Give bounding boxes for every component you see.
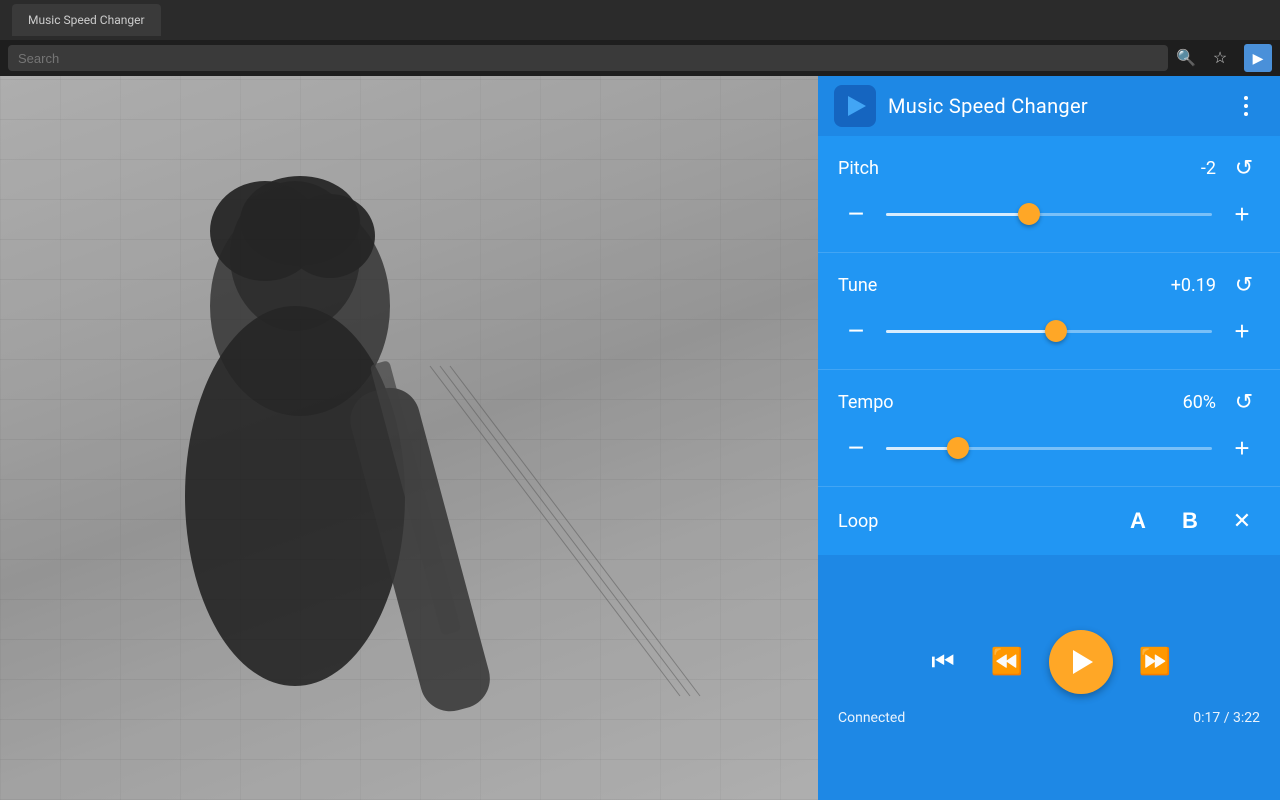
tune-reset-button[interactable] — [1228, 269, 1260, 301]
tempo-slider-container[interactable] — [886, 430, 1212, 466]
pitch-slider-row: − + — [838, 196, 1260, 232]
tune-label: Tune — [838, 275, 1171, 296]
fast-forward-icon: ⏩ — [1139, 646, 1171, 677]
browser-tab-bar: Music Speed Changer — [12, 4, 1268, 36]
search-button[interactable]: 🔍 — [1176, 48, 1196, 68]
tempo-slider-thumb[interactable] — [947, 437, 969, 459]
tempo-value: 60% — [1183, 392, 1216, 413]
tune-reset-icon — [1235, 272, 1253, 298]
tempo-section: Tempo 60% − + — [818, 370, 1280, 487]
playback-time: 0:17 / 3:22 — [1193, 710, 1260, 726]
pitch-minus-icon: − — [848, 200, 864, 228]
pitch-slider-container[interactable] — [886, 196, 1212, 232]
tune-minus-icon: − — [848, 317, 864, 345]
loop-buttons: A B ✕ — [1120, 503, 1260, 539]
tempo-slider-track — [886, 447, 1212, 450]
tune-slider-track — [886, 330, 1212, 333]
main-content: Music Speed Changer Pitch -2 − — [0, 76, 1280, 800]
loop-close-icon: ✕ — [1233, 508, 1251, 534]
panel-title: Music Speed Changer — [888, 94, 1216, 118]
star-icon: ☆ — [1213, 48, 1227, 68]
star-button[interactable]: ☆ — [1206, 44, 1234, 72]
tempo-decrease-button[interactable]: − — [838, 430, 874, 466]
pitch-slider-track — [886, 213, 1212, 216]
search-icon: 🔍 — [1176, 50, 1196, 67]
tune-section: Tune +0.19 − + — [818, 253, 1280, 370]
pitch-reset-icon — [1235, 155, 1253, 181]
extension-button[interactable]: ▶ — [1244, 44, 1272, 72]
tune-header: Tune +0.19 — [838, 269, 1260, 301]
tab-title: Music Speed Changer — [28, 13, 145, 27]
pitch-plus-icon: + — [1234, 201, 1249, 227]
pitch-value: -2 — [1201, 158, 1216, 179]
menu-dot-2 — [1244, 104, 1248, 108]
tempo-increase-button[interactable]: + — [1224, 430, 1260, 466]
tempo-minus-icon: − — [848, 434, 864, 462]
pitch-reset-button[interactable] — [1228, 152, 1260, 184]
browser-chrome: Music Speed Changer — [0, 0, 1280, 40]
pitch-header: Pitch -2 — [838, 152, 1260, 184]
video-area — [0, 76, 818, 800]
panel-header: Music Speed Changer — [818, 76, 1280, 136]
play-button[interactable] — [1049, 630, 1113, 694]
tune-slider-row: − + — [838, 313, 1260, 349]
loop-b-button[interactable]: B — [1172, 503, 1208, 539]
loop-close-button[interactable]: ✕ — [1224, 503, 1260, 539]
tempo-reset-icon — [1235, 389, 1253, 415]
tempo-reset-button[interactable] — [1228, 386, 1260, 418]
playback-controls: ⏮ ⏪ ⏩ — [921, 630, 1177, 694]
status-row: Connected 0:17 / 3:22 — [834, 710, 1264, 726]
pitch-section: Pitch -2 − + — [818, 136, 1280, 253]
tune-slider-thumb[interactable] — [1045, 320, 1067, 342]
tune-increase-button[interactable]: + — [1224, 313, 1260, 349]
menu-dot-1 — [1244, 96, 1248, 100]
pitch-decrease-button[interactable]: − — [838, 196, 874, 232]
tempo-header: Tempo 60% — [838, 386, 1260, 418]
tune-decrease-button[interactable]: − — [838, 313, 874, 349]
tune-plus-icon: + — [1234, 318, 1249, 344]
logo-play-icon — [848, 96, 866, 116]
rewind-icon: ⏪ — [991, 646, 1023, 677]
loop-label: Loop — [838, 511, 1120, 532]
skip-back-icon: ⏮ — [931, 646, 954, 678]
tempo-label: Tempo — [838, 392, 1183, 413]
pitch-slider-thumb[interactable] — [1018, 203, 1040, 225]
pitch-increase-button[interactable]: + — [1224, 196, 1260, 232]
toolbar-icons: ☆ ▶ — [1206, 44, 1272, 72]
app-logo — [834, 85, 876, 127]
menu-dot-3 — [1244, 112, 1248, 116]
play-icon — [1073, 650, 1093, 674]
address-bar-row: 🔍 ☆ ▶ — [0, 40, 1280, 76]
tune-slider-fill — [886, 330, 1056, 333]
pitch-label: Pitch — [838, 158, 1201, 179]
tune-slider-container[interactable] — [886, 313, 1212, 349]
music-speed-changer-panel: Music Speed Changer Pitch -2 − — [818, 76, 1280, 800]
loop-section: Loop A B ✕ — [818, 487, 1280, 555]
person-illustration — [0, 76, 818, 800]
panel-menu-button[interactable] — [1228, 88, 1264, 124]
tune-value: +0.19 — [1171, 275, 1216, 296]
address-input[interactable] — [8, 45, 1168, 71]
extension-icon: ▶ — [1253, 50, 1264, 67]
browser-tab[interactable]: Music Speed Changer — [12, 4, 161, 36]
pitch-slider-fill — [886, 213, 1029, 216]
tempo-slider-row: − + — [838, 430, 1260, 466]
playback-section: ⏮ ⏪ ⏩ Connected 0:17 / 3:22 — [818, 555, 1280, 800]
tempo-plus-icon: + — [1234, 435, 1249, 461]
skip-back-button[interactable]: ⏮ — [921, 640, 965, 684]
rewind-button[interactable]: ⏪ — [985, 640, 1029, 684]
fast-forward-button[interactable]: ⏩ — [1133, 640, 1177, 684]
connection-status: Connected — [838, 710, 905, 726]
loop-a-button[interactable]: A — [1120, 503, 1156, 539]
